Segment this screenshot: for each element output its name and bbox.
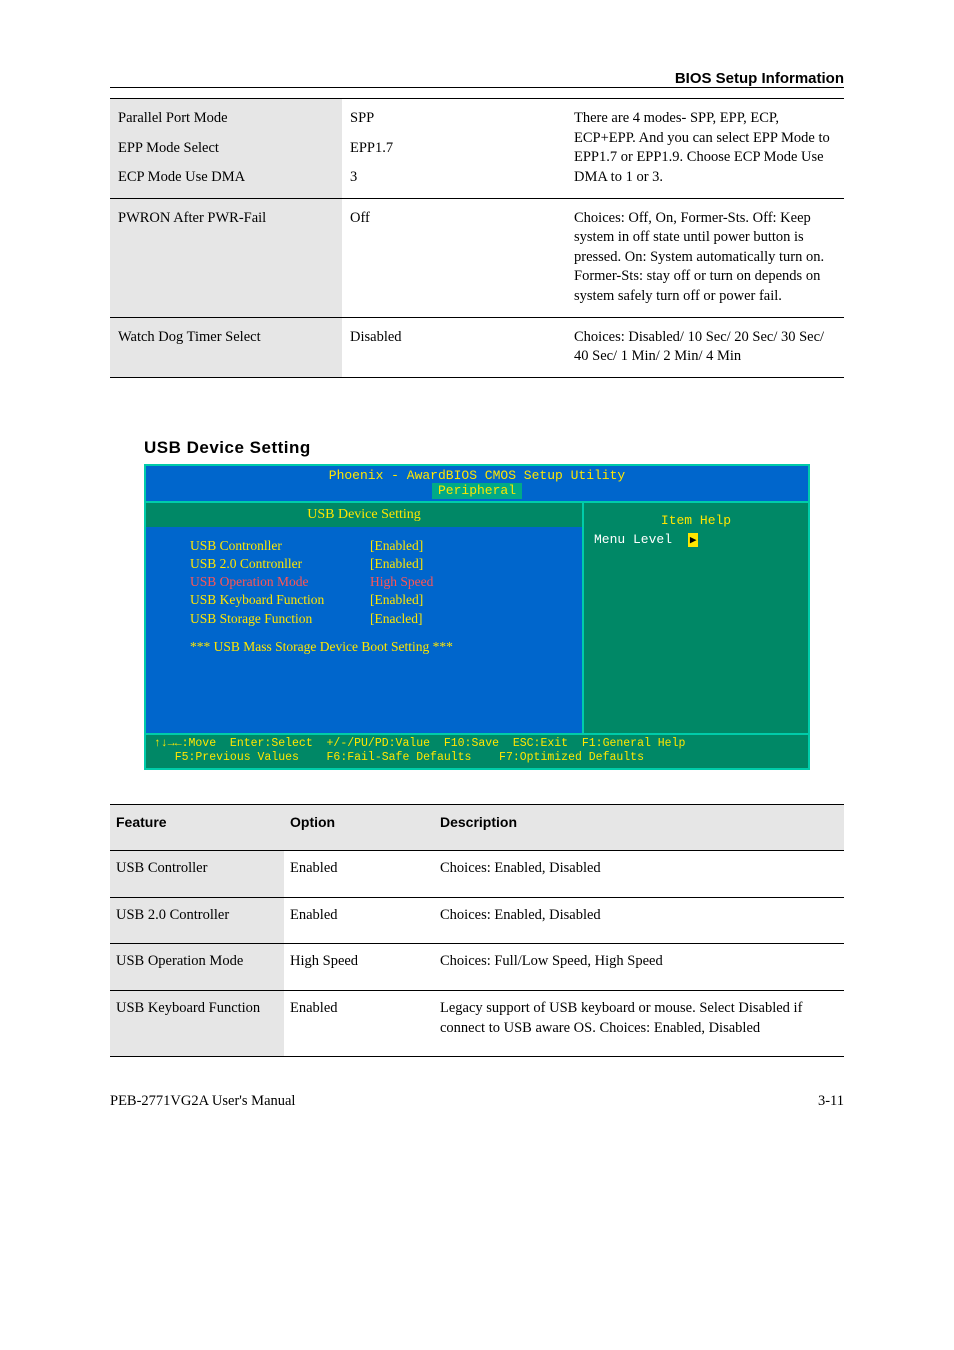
bios-setting-row[interactable]: USB Keyboard Function [Enabled]: [190, 591, 564, 609]
feature-name: USB Operation Mode: [110, 944, 284, 991]
setting-value: [Enabled]: [370, 537, 423, 555]
setting-name: USB Operation Mode: [190, 573, 370, 591]
param-value: Disabled: [342, 317, 566, 377]
feature-desc: Choices: Full/Low Speed, High Speed: [434, 944, 844, 991]
bios-key-legend: ↑↓→←:Move Enter:Select +/-/PU/PD:Value F…: [146, 735, 808, 769]
param-value: Off: [342, 198, 566, 317]
param-name: EPP Mode Select: [118, 139, 334, 159]
bios-title-line: Phoenix - AwardBIOS CMOS Setup Utility: [146, 468, 808, 484]
footer-manual-title: PEB-2771VG2A User's Manual: [110, 1093, 295, 1110]
table-row: PWRON After PWR-Fail Off Choices: Off, O…: [110, 198, 844, 317]
bios-section-title: USB Device Setting: [144, 438, 844, 458]
usb-device-table: Feature Option Description USB Controlle…: [110, 804, 844, 1057]
feature-desc: Choices: Enabled, Disabled: [434, 851, 844, 898]
menu-level-label: Menu Level: [594, 532, 672, 547]
col-header-feature: Feature: [110, 805, 284, 851]
table-row: USB Operation Mode High Speed Choices: F…: [110, 944, 844, 991]
param-value: 3: [350, 168, 558, 188]
setting-name: USB Keyboard Function: [190, 591, 370, 609]
page-footer: PEB-2771VG2A User's Manual 3-11: [110, 1093, 844, 1110]
setting-value: High Speed: [370, 573, 433, 591]
col-header-description: Description: [434, 805, 844, 851]
bios-help-title: Item Help: [594, 509, 798, 532]
page-heading: BIOS Setup Information: [110, 70, 844, 87]
triangle-right-icon: ▶: [688, 533, 699, 547]
feature-name: USB Keyboard Function: [110, 990, 284, 1056]
param-name: PWRON After PWR-Fail: [110, 198, 342, 317]
param-value: EPP1.7: [350, 139, 558, 159]
setting-name: USB 2.0 Contronller: [190, 555, 370, 573]
param-desc: There are 4 modes- SPP, EPP, ECP, ECP+EP…: [566, 99, 844, 199]
param-value: SPP: [350, 109, 558, 129]
param-desc: Choices: Off, On, Former-Sts. Off: Keep …: [566, 198, 844, 317]
bios-note: *** USB Mass Storage Device Boot Setting…: [190, 638, 564, 656]
page-heading-rule: [110, 87, 844, 88]
footer-page-number: 3-11: [818, 1093, 844, 1110]
feature-value: Enabled: [284, 990, 434, 1056]
feature-name: USB 2.0 Controller: [110, 897, 284, 944]
bios-window: Phoenix - AwardBIOS CMOS Setup Utility P…: [144, 464, 810, 771]
setting-value: [Enabled]: [370, 555, 423, 573]
col-header-option: Option: [284, 805, 434, 851]
feature-value: High Speed: [284, 944, 434, 991]
bios-title-bar: Phoenix - AwardBIOS CMOS Setup Utility P…: [146, 466, 808, 501]
feature-value: Enabled: [284, 897, 434, 944]
feature-name: USB Controller: [110, 851, 284, 898]
bios-setting-row[interactable]: USB Operation Mode High Speed: [190, 573, 564, 591]
bios-subtitle: Peripheral: [432, 483, 522, 499]
setting-name: USB Storage Function: [190, 610, 370, 628]
param-name: Watch Dog Timer Select: [110, 317, 342, 377]
setting-name: USB Contronller: [190, 537, 370, 555]
bios-setting-row[interactable]: USB Contronller [Enabled]: [190, 537, 564, 555]
table-row: USB Controller Enabled Choices: Enabled,…: [110, 851, 844, 898]
param-desc: Choices: Disabled/ 10 Sec/ 20 Sec/ 30 Se…: [566, 317, 844, 377]
table-row: Parallel Port Mode EPP Mode Select ECP M…: [110, 99, 844, 199]
bios-panel-title: USB Device Setting: [146, 503, 582, 527]
param-name: ECP Mode Use DMA: [118, 168, 334, 188]
setting-value: [Enabled]: [370, 591, 423, 609]
param-name: Parallel Port Mode: [118, 109, 334, 129]
bios-setting-row[interactable]: USB 2.0 Contronller [Enabled]: [190, 555, 564, 573]
bios-setting-row[interactable]: USB Storage Function [Enacled]: [190, 610, 564, 628]
feature-desc: Legacy support of USB keyboard or mouse.…: [434, 990, 844, 1056]
bios-settings-list[interactable]: USB Contronller [Enabled] USB 2.0 Contro…: [146, 527, 582, 686]
peripherals-table: Parallel Port Mode EPP Mode Select ECP M…: [110, 98, 844, 378]
menu-level: Menu Level ▶: [594, 532, 798, 547]
table-row: USB Keyboard Function Enabled Legacy sup…: [110, 990, 844, 1056]
table-row: USB 2.0 Controller Enabled Choices: Enab…: [110, 897, 844, 944]
legend-line: F5:Previous Values F6:Fail-Safe Defaults…: [154, 751, 644, 764]
param-name-stack: Parallel Port Mode EPP Mode Select ECP M…: [118, 109, 334, 188]
feature-desc: Choices: Enabled, Disabled: [434, 897, 844, 944]
table-header-row: Feature Option Description: [110, 805, 844, 851]
legend-line: ↑↓→←:Move Enter:Select +/-/PU/PD:Value F…: [154, 737, 685, 750]
setting-value: [Enacled]: [370, 610, 422, 628]
feature-value: Enabled: [284, 851, 434, 898]
param-value-stack: SPP EPP1.7 3: [350, 109, 558, 188]
table-row: Watch Dog Timer Select Disabled Choices:…: [110, 317, 844, 377]
